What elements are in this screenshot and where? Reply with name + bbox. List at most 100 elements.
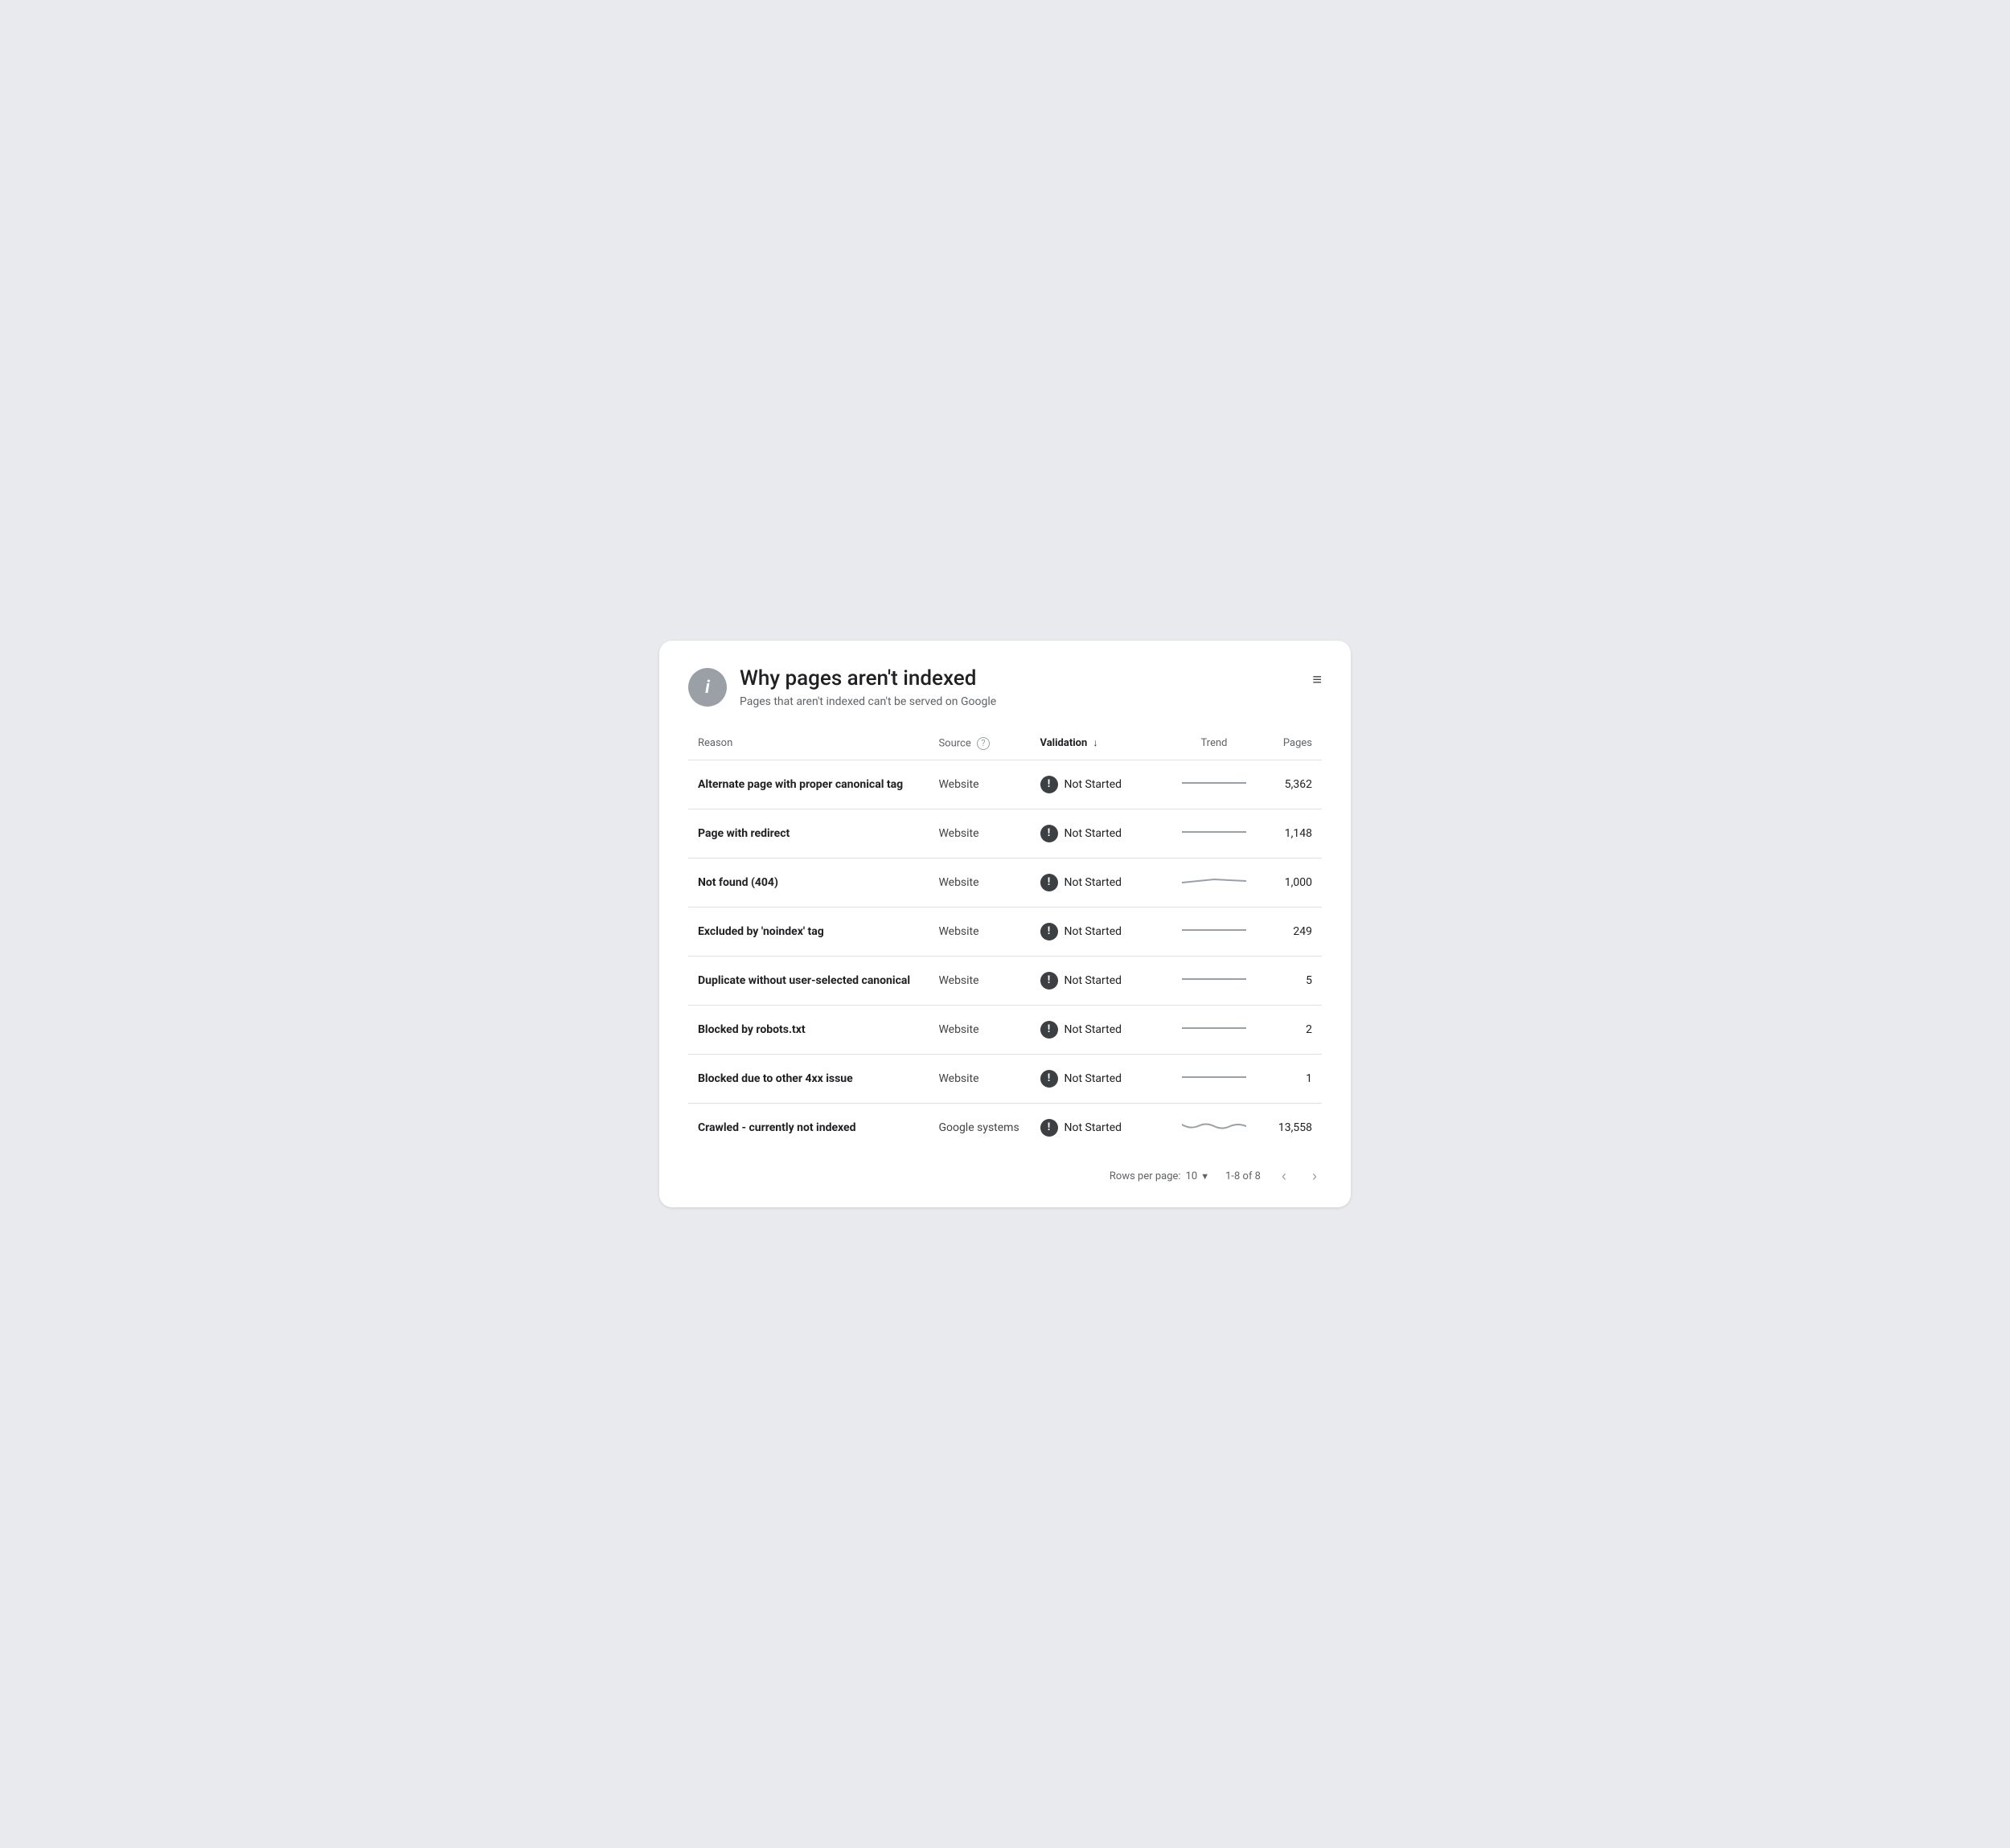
not-started-label: Not Started (1064, 974, 1122, 987)
pages-cell: 1 (1258, 1054, 1322, 1103)
page-subtitle: Pages that aren't indexed can't be serve… (740, 695, 996, 708)
trend-line (1182, 1118, 1246, 1134)
col-pages: Pages (1258, 731, 1322, 760)
reason-cell: Crawled - currently not indexed (688, 1103, 929, 1152)
trend-cell (1170, 760, 1258, 809)
trend-line (1182, 824, 1246, 840)
not-started-icon: ! (1040, 1070, 1058, 1088)
reason-cell: Duplicate without user-selected canonica… (688, 956, 929, 1005)
source-cell: Website (929, 1054, 1030, 1103)
source-cell: Google systems (929, 1103, 1030, 1152)
source-cell: Website (929, 956, 1030, 1005)
trend-svg (1182, 922, 1246, 938)
trend-svg (1182, 1118, 1246, 1134)
not-started-icon: ! (1040, 825, 1058, 842)
reason-cell: Excluded by 'noindex' tag (688, 907, 929, 956)
reason-cell: Alternate page with proper canonical tag (688, 760, 929, 809)
rows-per-page-select[interactable]: 10 ▼ (1186, 1170, 1210, 1182)
not-started-label: Not Started (1064, 925, 1122, 938)
pages-cell: 1,000 (1258, 858, 1322, 907)
not-started-label: Not Started (1064, 1072, 1122, 1085)
table-row[interactable]: Excluded by 'noindex' tag Website ! Not … (688, 907, 1322, 956)
rows-per-page-value: 10 (1186, 1170, 1198, 1182)
not-started-label: Not Started (1064, 827, 1122, 840)
table-row[interactable]: Alternate page with proper canonical tag… (688, 760, 1322, 809)
source-cell: Website (929, 809, 1030, 858)
sort-arrow-icon: ↓ (1093, 737, 1098, 748)
pages-cell: 2 (1258, 1005, 1322, 1054)
table-row[interactable]: Page with redirect Website ! Not Started… (688, 809, 1322, 858)
filter-icon[interactable]: ≡ (1312, 670, 1322, 690)
table-row[interactable]: Crawled - currently not indexed Google s… (688, 1103, 1322, 1152)
pages-cell: 13,558 (1258, 1103, 1322, 1152)
validation-cell: ! Not Started (1031, 956, 1170, 1005)
source-cell: Website (929, 907, 1030, 956)
reason-cell: Page with redirect (688, 809, 929, 858)
table-row[interactable]: Not found (404) Website ! Not Started 1,… (688, 858, 1322, 907)
reason-cell: Blocked due to other 4xx issue (688, 1054, 929, 1103)
trend-svg (1182, 971, 1246, 987)
table-header-row: Reason Source ? Validation ↓ Trend Pages (688, 731, 1322, 760)
trend-svg (1182, 1069, 1246, 1085)
validation-cell: ! Not Started (1031, 1103, 1170, 1152)
not-started-icon: ! (1040, 1119, 1058, 1137)
trend-line (1182, 873, 1246, 889)
table-row[interactable]: Blocked due to other 4xx issue Website !… (688, 1054, 1322, 1103)
trend-svg (1182, 1020, 1246, 1036)
prev-page-button[interactable]: ‹ (1277, 1165, 1291, 1188)
col-source: Source ? (929, 731, 1030, 760)
next-page-button[interactable]: › (1307, 1165, 1322, 1188)
trend-line (1182, 1069, 1246, 1085)
validation-cell: ! Not Started (1031, 907, 1170, 956)
page-info: 1-8 of 8 (1225, 1170, 1261, 1182)
table-footer: Rows per page: 10 ▼ 1-8 of 8 ‹ › (688, 1165, 1322, 1188)
rows-per-page-label: Rows per page: (1110, 1170, 1181, 1182)
validation-cell: ! Not Started (1031, 809, 1170, 858)
source-cell: Website (929, 858, 1030, 907)
main-card: i Why pages aren't indexed Pages that ar… (659, 641, 1351, 1207)
not-started-icon: ! (1040, 923, 1058, 940)
validation-cell: ! Not Started (1031, 760, 1170, 809)
trend-cell (1170, 858, 1258, 907)
pages-cell: 5,362 (1258, 760, 1322, 809)
trend-line (1182, 922, 1246, 938)
trend-line (1182, 971, 1246, 987)
trend-svg (1182, 873, 1246, 889)
not-started-label: Not Started (1064, 876, 1122, 889)
trend-svg (1182, 824, 1246, 840)
reason-cell: Blocked by robots.txt (688, 1005, 929, 1054)
header-left: i Why pages aren't indexed Pages that ar… (688, 666, 996, 707)
trend-cell (1170, 1005, 1258, 1054)
source-help-icon[interactable]: ? (977, 737, 990, 750)
col-trend: Trend (1170, 731, 1258, 760)
col-reason: Reason (688, 731, 929, 760)
pages-cell: 5 (1258, 956, 1322, 1005)
header-text: Why pages aren't indexed Pages that aren… (740, 666, 996, 707)
col-validation[interactable]: Validation ↓ (1031, 731, 1170, 760)
page-title: Why pages aren't indexed (740, 666, 996, 691)
trend-cell (1170, 809, 1258, 858)
trend-svg (1182, 775, 1246, 791)
pages-cell: 1,148 (1258, 809, 1322, 858)
info-icon: i (688, 668, 727, 707)
trend-line (1182, 1020, 1246, 1036)
not-started-label: Not Started (1064, 1121, 1122, 1134)
source-cell: Website (929, 760, 1030, 809)
data-table: Reason Source ? Validation ↓ Trend Pages (688, 731, 1322, 1152)
not-started-icon: ! (1040, 1021, 1058, 1039)
table-row[interactable]: Blocked by robots.txt Website ! Not Star… (688, 1005, 1322, 1054)
not-started-label: Not Started (1064, 1023, 1122, 1036)
trend-cell (1170, 907, 1258, 956)
not-started-icon: ! (1040, 972, 1058, 990)
not-started-icon: ! (1040, 776, 1058, 793)
rows-per-page-section: Rows per page: 10 ▼ (1110, 1170, 1209, 1182)
trend-cell (1170, 1054, 1258, 1103)
card-header: i Why pages aren't indexed Pages that ar… (688, 666, 1322, 707)
pages-cell: 249 (1258, 907, 1322, 956)
validation-cell: ! Not Started (1031, 1054, 1170, 1103)
trend-cell (1170, 956, 1258, 1005)
validation-cell: ! Not Started (1031, 858, 1170, 907)
trend-cell (1170, 1103, 1258, 1152)
reason-cell: Not found (404) (688, 858, 929, 907)
table-row[interactable]: Duplicate without user-selected canonica… (688, 956, 1322, 1005)
